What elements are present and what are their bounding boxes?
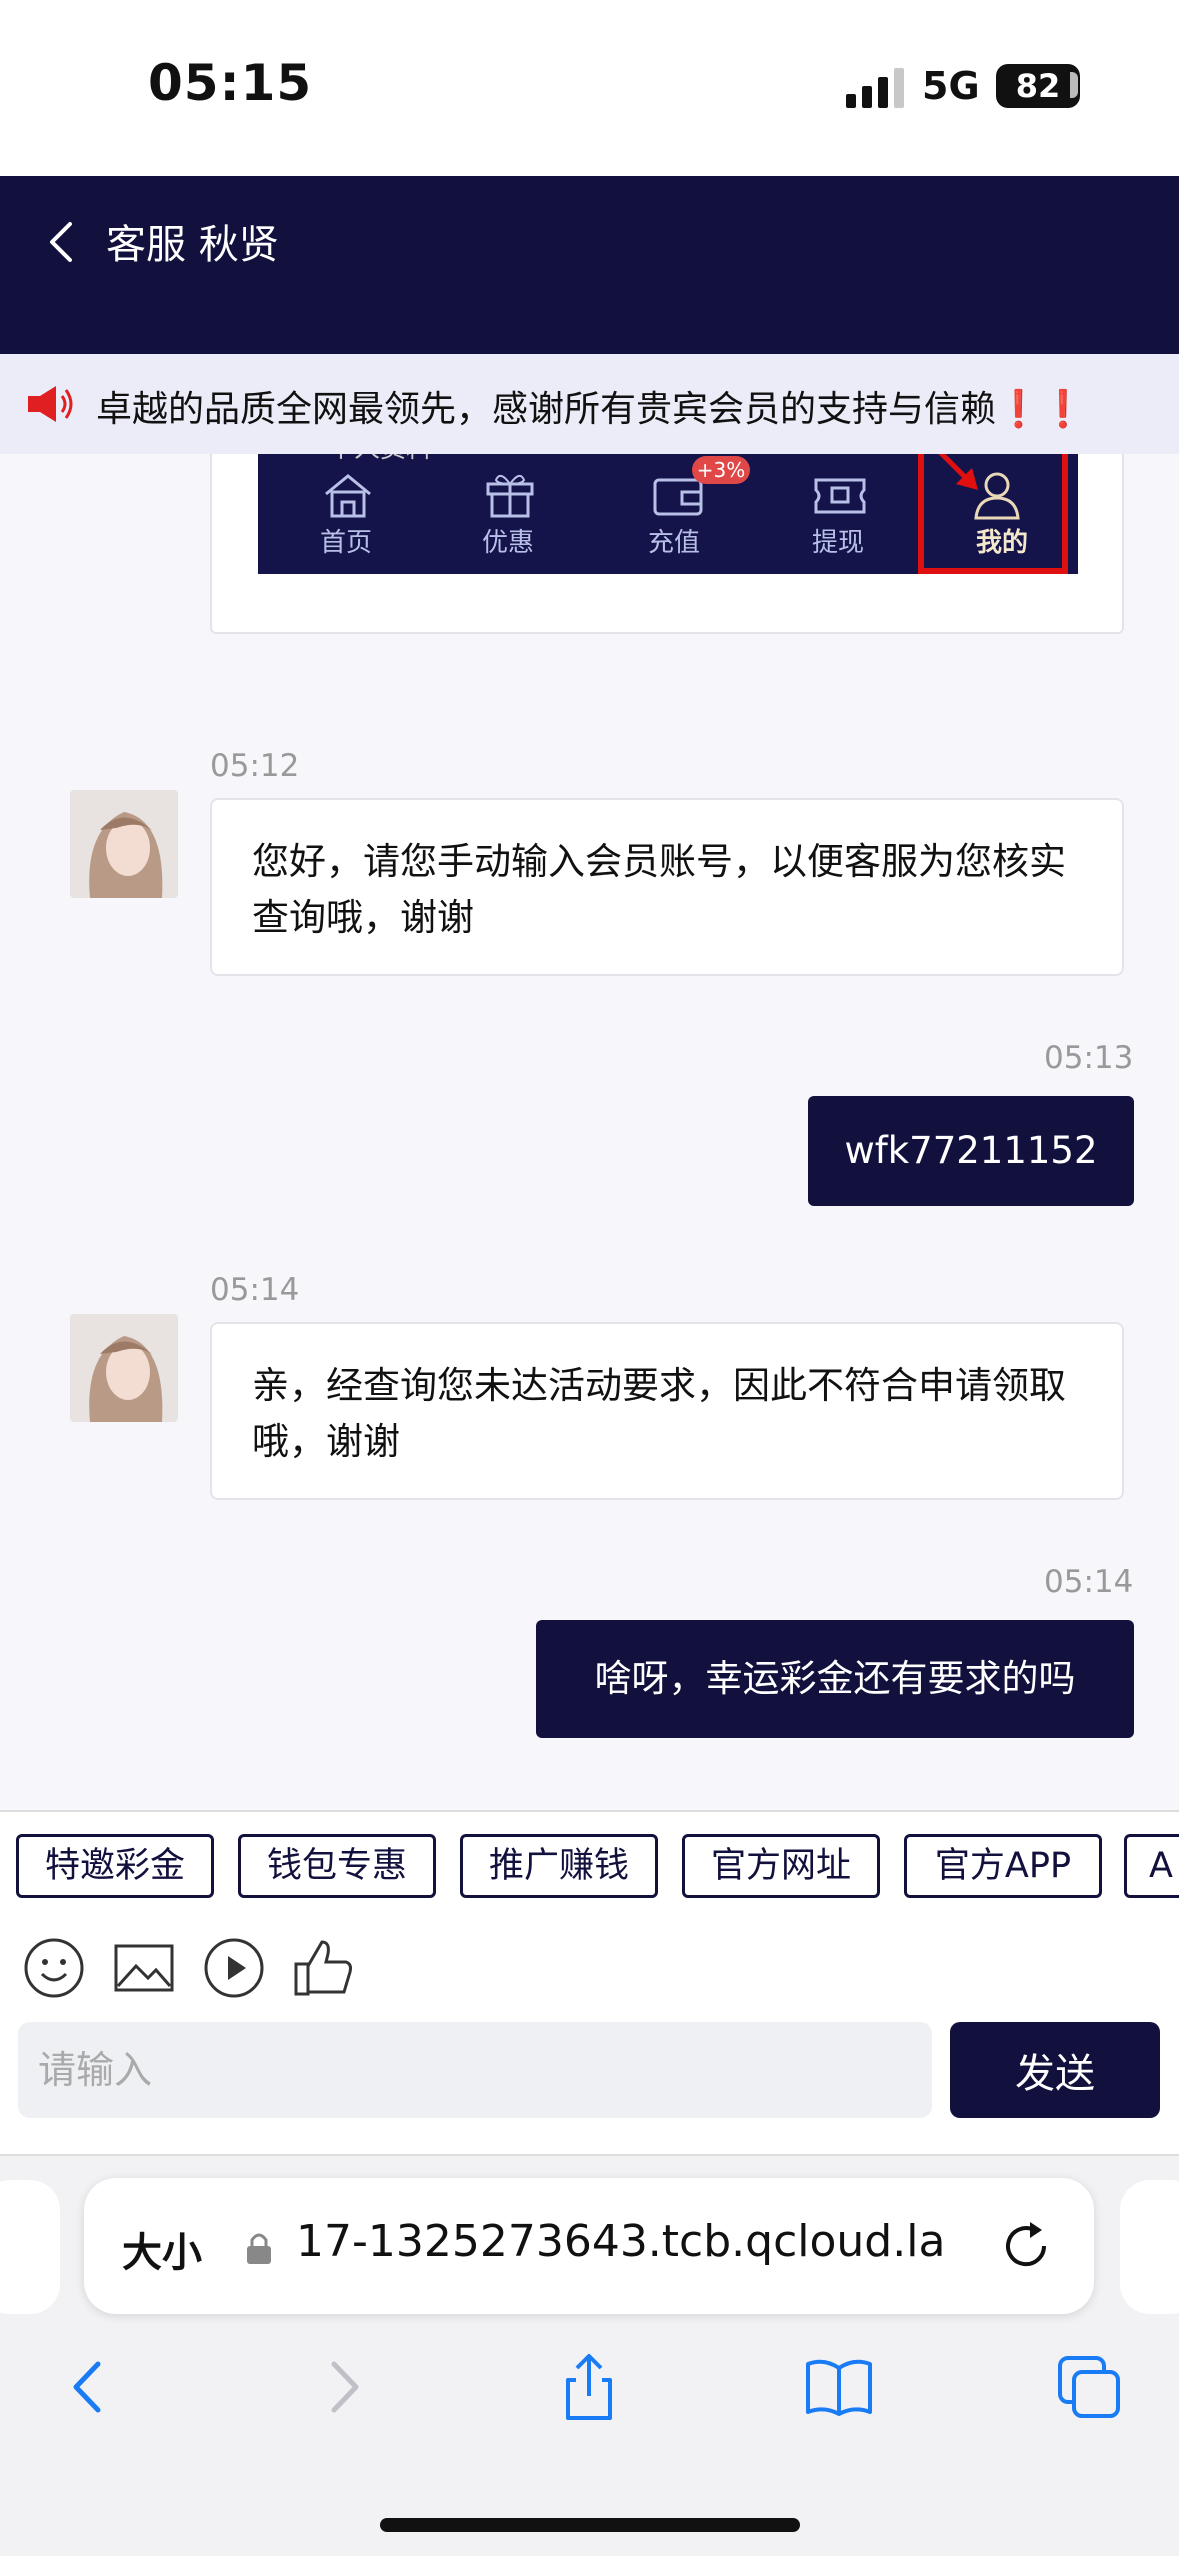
chat-area[interactable]: 个人资料 首页 优惠 +3% 充值 (0, 454, 1179, 1810)
battery-icon: 82 (996, 64, 1080, 108)
video-icon[interactable] (202, 1936, 266, 2000)
notice-text: 卓越的品质全网最领先，感谢所有贵宾会员的支持与信赖❗❗ (96, 389, 1086, 430)
header-title: 客服 秋贤 (106, 222, 279, 268)
status-bar: 05:15 5G 82 (0, 0, 1179, 176)
message-input-bar: 发送 (0, 2018, 1179, 2154)
agent-avatar (70, 790, 178, 898)
home-icon (325, 474, 371, 518)
address-bar[interactable]: 大小 17-1325273643.tcb.qcloud.la (84, 2178, 1094, 2314)
embedded-nav-label: 首页 (320, 528, 373, 558)
previous-tab-preview[interactable] (0, 2180, 60, 2314)
agent-avatar (70, 1314, 178, 1422)
withdraw-ticket-icon (814, 478, 866, 514)
forward-icon[interactable] (308, 2352, 378, 2422)
home-indicator (380, 2518, 800, 2532)
message-timestamp: 05:13 (1044, 1040, 1134, 1076)
user-message-bubble: wfk77211152 (808, 1096, 1134, 1206)
embedded-nav-screenshot: 个人资料 首页 优惠 +3% 充值 (258, 454, 1078, 574)
embedded-top-fragment: 个人资料 (328, 454, 432, 465)
next-tab-preview[interactable] (1120, 2180, 1179, 2314)
agent-avatar-image (70, 790, 178, 898)
gift-icon (486, 474, 534, 518)
share-icon[interactable] (554, 2352, 624, 2422)
cellular-signal-icon (846, 68, 904, 108)
agent-message-bubble: 您好，请您手动输入会员账号，以便客服为您核实查询哦，谢谢 (210, 798, 1124, 976)
embedded-nav-label: 优惠 (482, 528, 535, 558)
quick-reply-bar[interactable]: 特邀彩金 钱包专惠 推广赚钱 官方网址 官方APP A (0, 1810, 1179, 1918)
quick-reply-button[interactable]: A (1124, 1834, 1179, 1898)
text-size-button[interactable]: 大小 (122, 2220, 202, 2278)
emoji-icon[interactable] (22, 1936, 86, 2000)
lock-icon (247, 2233, 271, 2264)
back-icon[interactable] (54, 2352, 124, 2422)
send-button[interactable]: 发送 (950, 2022, 1160, 2118)
quick-reply-button[interactable]: 官方APP (904, 1834, 1102, 1898)
quick-reply-button[interactable]: 钱包专惠 (238, 1834, 436, 1898)
wallet-icon (653, 478, 703, 516)
bookmarks-icon[interactable] (804, 2352, 874, 2422)
input-tools (0, 1918, 1179, 2018)
agent-message-bubble: 亲，经查询您未达活动要求，因此不符合申请领取哦，谢谢 (210, 1322, 1124, 1500)
status-time: 05:15 (148, 54, 313, 112)
embedded-nav-label: 我的 (976, 528, 1029, 558)
chat-header: 客服 秋贤 (0, 176, 1179, 354)
battery-tip (1070, 72, 1078, 98)
quick-reply-button[interactable]: 特邀彩金 (16, 1834, 214, 1898)
message-timestamp: 05:14 (210, 1272, 300, 1308)
recharge-badge: +3% (692, 456, 750, 484)
embedded-nav-label: 提现 (812, 528, 865, 558)
reload-icon[interactable] (1000, 2220, 1054, 2274)
message-input[interactable] (18, 2022, 932, 2118)
thumbs-up-icon[interactable] (292, 1936, 356, 2000)
back-chevron-icon[interactable] (42, 212, 82, 272)
embedded-nav-label: 充值 (648, 528, 701, 558)
notice-bar: 卓越的品质全网最领先，感谢所有贵宾会员的支持与信赖❗❗ (0, 354, 1179, 454)
image-icon[interactable] (112, 1936, 176, 2000)
tabs-icon[interactable] (1054, 2352, 1124, 2422)
message-timestamp: 05:12 (210, 748, 300, 784)
url-text: 17-1325273643.tcb.qcloud.la (296, 2216, 946, 2267)
user-message-bubble: 啥呀，幸运彩金还有要求的吗 (536, 1620, 1134, 1738)
browser-toolbar: 大小 17-1325273643.tcb.qcloud.la (0, 2154, 1179, 2556)
image-message[interactable]: 个人资料 首页 优惠 +3% 充值 (210, 454, 1124, 634)
megaphone-icon (28, 386, 73, 422)
quick-reply-button[interactable]: 推广赚钱 (460, 1834, 658, 1898)
agent-avatar-image (70, 1314, 178, 1422)
network-type: 5G (922, 64, 980, 108)
message-timestamp: 05:14 (1044, 1564, 1134, 1600)
red-arrow-icon (938, 454, 978, 490)
quick-reply-button[interactable]: 官方网址 (682, 1834, 880, 1898)
